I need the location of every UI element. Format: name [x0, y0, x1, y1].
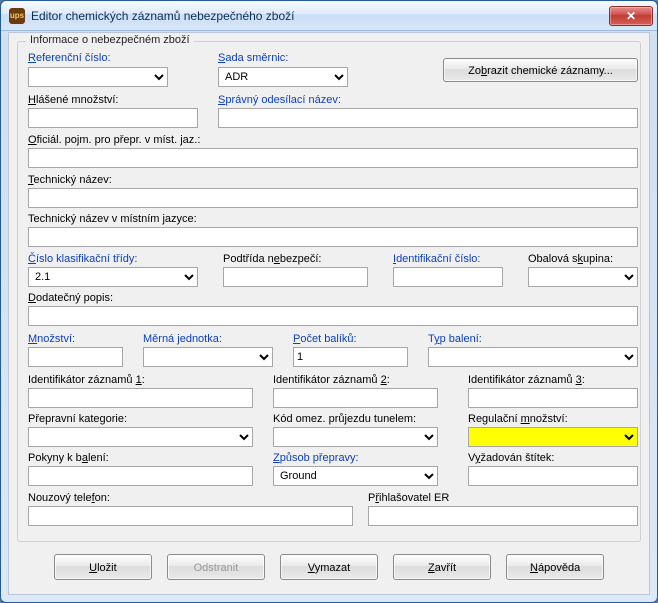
packing-instructions-input[interactable]	[28, 466, 253, 486]
help-button[interactable]: Nápověda	[506, 554, 604, 580]
technical-name-local-input[interactable]	[28, 227, 638, 247]
label-tunnel-code: Kód omez. průjezdu tunelem:	[273, 413, 416, 425]
shipping-name-input[interactable]	[218, 108, 638, 128]
label-reported-quantity: Hlášené množství:	[28, 94, 119, 106]
window-title: Editor chemických záznamů nebezpečného z…	[31, 9, 609, 23]
reference-number-select[interactable]	[28, 67, 168, 87]
label-packing-group: Obalová skupina:	[528, 253, 613, 265]
label-transport-category: Přepravní kategorie:	[28, 413, 127, 425]
label-quantity: Množství:	[28, 333, 75, 345]
label-technical-name-local: Technický název v místním jazyce:	[28, 213, 197, 225]
label-required-input[interactable]	[468, 466, 638, 486]
footer-buttons: Uložit Odstranit Vymazat Zavřít Nápověda	[17, 554, 641, 582]
quantity-input[interactable]	[28, 347, 123, 367]
group-legend: Informace o nebezpečném zboží	[26, 34, 194, 46]
label-label-required: Vyžadován štítek:	[468, 452, 554, 464]
label-record-id-3: Identifikátor záznamů 3:	[468, 374, 585, 386]
additional-desc-input[interactable]	[28, 306, 638, 326]
transport-category-select[interactable]	[28, 427, 253, 447]
save-button[interactable]: Uložit	[54, 554, 152, 580]
technical-name-input[interactable]	[28, 188, 638, 208]
label-record-id-2: Identifikátor záznamů 2:	[273, 374, 390, 386]
label-additional-desc: Dodatečný popis:	[28, 292, 113, 304]
label-er-registrant: Přihlašovatel ER	[368, 492, 449, 504]
label-regulated-quantity: Regulační množství:	[468, 413, 568, 425]
client-area: Informace o nebezpečném zboží Referenční…	[8, 32, 650, 595]
label-regulation-set: Sada směrnic:	[218, 52, 288, 64]
label-uom: Měrná jednotka:	[143, 333, 222, 345]
label-emergency-phone: Nouzový telefon:	[28, 492, 110, 504]
label-package-count: Počet balíků:	[293, 333, 357, 345]
packing-group-select[interactable]	[528, 267, 638, 287]
label-technical-name: Technický název:	[28, 174, 112, 186]
label-class-number: Číslo klasifikační třídy:	[28, 253, 137, 265]
label-package-type: Typ balení:	[428, 333, 482, 345]
record-id-3-input[interactable]	[468, 388, 638, 408]
package-count-input[interactable]	[293, 347, 408, 367]
clear-button[interactable]: Vymazat	[280, 554, 378, 580]
close-icon[interactable]: ✕	[609, 6, 653, 26]
view-chemical-records-button[interactable]: Zobrazit chemické záznamy...	[443, 58, 638, 82]
record-id-1-input[interactable]	[28, 388, 253, 408]
tunnel-code-select[interactable]	[273, 427, 438, 447]
id-number-input[interactable]	[393, 267, 503, 287]
label-shipping-name: Správný odesílací název:	[218, 94, 341, 106]
transport-mode-select[interactable]: Ground	[273, 466, 438, 486]
label-sub-risk: Podtřída nebezpečí:	[223, 253, 321, 265]
window-frame: ups Editor chemických záznamů nebezpečné…	[0, 0, 658, 603]
emergency-phone-input[interactable]	[28, 506, 353, 526]
close-button[interactable]: Zavřít	[393, 554, 491, 580]
er-registrant-input[interactable]	[368, 506, 638, 526]
sub-risk-input[interactable]	[223, 267, 368, 287]
label-local-shipping-name: Oficiál. pojm. pro přepr. v míst. jaz.:	[28, 134, 200, 146]
label-reference-number: Referenční číslo:	[28, 52, 111, 64]
label-transport-mode: Způsob přepravy:	[273, 452, 359, 464]
regulated-quantity-select[interactable]	[468, 427, 638, 447]
app-icon: ups	[9, 8, 25, 24]
reported-quantity-input[interactable]	[28, 108, 198, 128]
group-hazmat-info: Informace o nebezpečném zboží Referenční…	[17, 41, 641, 542]
delete-button[interactable]: Odstranit	[167, 554, 265, 580]
label-record-id-1: Identifikátor záznamů 1:	[28, 374, 145, 386]
label-packing-instructions: Pokyny k balení:	[28, 452, 109, 464]
package-type-select[interactable]	[428, 347, 638, 367]
class-number-select[interactable]: 2.1	[28, 267, 198, 287]
record-id-2-input[interactable]	[273, 388, 438, 408]
local-shipping-name-input[interactable]	[28, 148, 638, 168]
titlebar[interactable]: ups Editor chemických záznamů nebezpečné…	[1, 1, 657, 31]
regulation-set-select[interactable]: ADR	[218, 67, 348, 87]
uom-select[interactable]	[143, 347, 273, 367]
label-id-number: Identifikační číslo:	[393, 253, 480, 265]
